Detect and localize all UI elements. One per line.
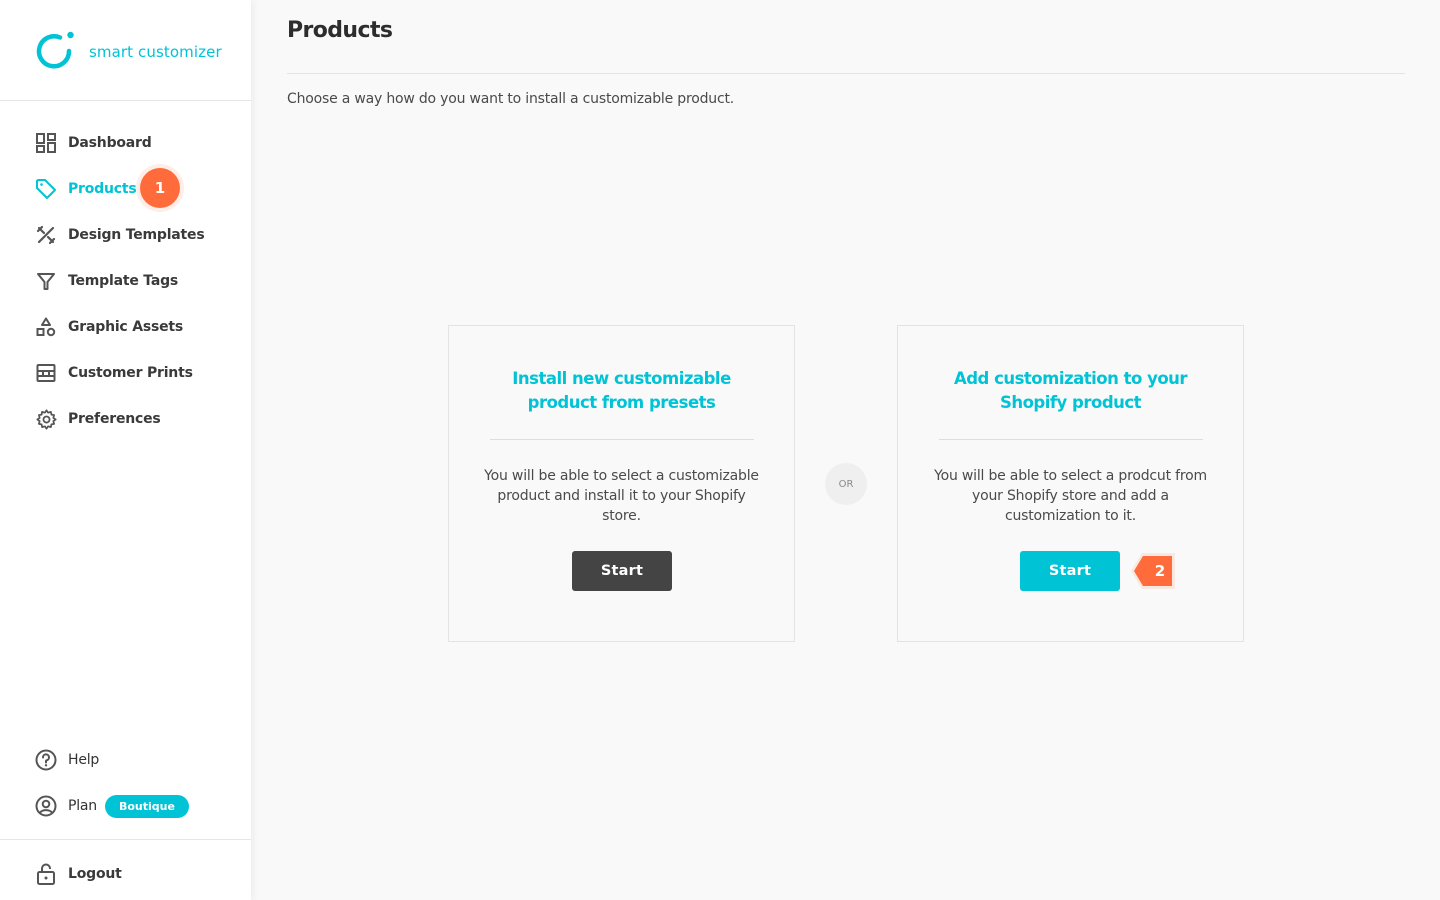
gear-icon — [35, 408, 57, 430]
sidebar-item-label: Design Templates — [68, 227, 205, 243]
sidebar-item-label: Customer Prints — [68, 365, 193, 381]
plan-badge[interactable]: Boutique — [104, 794, 189, 818]
help-circle-icon — [35, 749, 57, 771]
app-logo[interactable]: smart customizer — [36, 30, 222, 72]
sidebar-divider — [0, 839, 251, 840]
sidebar-item-label: Template Tags — [68, 273, 179, 289]
card-title: Add customization to your Shopify produc… — [953, 369, 1188, 412]
sidebar-item-preferences[interactable]: Preferences — [0, 396, 251, 442]
design-tools-icon — [35, 224, 57, 246]
card-divider — [490, 439, 754, 440]
step-badge: 1 — [140, 168, 180, 208]
sidebar-bottom-nav: Help Plan Boutique — [0, 737, 251, 829]
sidebar-item-label: Graphic Assets — [68, 319, 184, 335]
sidebar-logout: Logout — [0, 851, 251, 897]
sidebar-item-customer-prints[interactable]: Customer Prints — [0, 350, 251, 396]
card-divider — [939, 439, 1203, 440]
title-divider — [287, 73, 1405, 74]
app-name: smart customizer — [89, 43, 222, 61]
sidebar-item-template-tags[interactable]: Template Tags — [0, 258, 251, 304]
sidebar-item-plan[interactable]: Plan Boutique — [0, 783, 251, 829]
sidebar-divider — [0, 100, 251, 101]
start-presets-button[interactable]: Start — [572, 551, 672, 591]
card-title: Install new customizable product from pr… — [512, 369, 731, 412]
sidebar-item-design-templates[interactable]: Design Templates — [0, 212, 251, 258]
sidebar-item-help[interactable]: Help — [0, 737, 251, 783]
or-separator: OR — [825, 463, 867, 505]
dashboard-icon — [35, 132, 57, 154]
card-description: You will be able to select a prodcut fro… — [934, 468, 1207, 524]
start-shopify-button[interactable]: Start — [1020, 551, 1120, 591]
logo-icon — [36, 31, 74, 69]
sidebar-item-label: Logout — [68, 866, 122, 882]
sidebar-item-label: Dashboard — [68, 135, 152, 151]
main-content: Products Choose a way how do you want to… — [251, 0, 1440, 900]
step-badge: 2 — [1131, 553, 1175, 589]
add-customization-card: Add customization to your Shopify produc… — [897, 325, 1244, 642]
sidebar-item-label: Preferences — [68, 411, 161, 427]
sidebar: smart customizer Dashboard Products Desi… — [0, 0, 251, 900]
filter-icon — [35, 270, 57, 292]
install-from-presets-card: Install new customizable product from pr… — [448, 325, 795, 642]
tag-icon — [35, 178, 57, 200]
lock-icon — [35, 863, 57, 885]
sidebar-item-products[interactable]: Products — [0, 166, 251, 212]
sidebar-item-dashboard[interactable]: Dashboard — [0, 120, 251, 166]
page-title: Products — [287, 18, 393, 43]
sidebar-item-label: Products — [68, 181, 137, 197]
user-circle-icon — [35, 795, 57, 817]
sidebar-item-label: Help — [68, 752, 100, 768]
sidebar-item-graphic-assets[interactable]: Graphic Assets — [0, 304, 251, 350]
sidebar-nav: Dashboard Products Design Templates Temp… — [0, 120, 251, 442]
prints-icon — [35, 362, 57, 384]
logout-button[interactable]: Logout — [0, 851, 251, 897]
shapes-icon — [35, 316, 57, 338]
page-subtitle: Choose a way how do you want to install … — [287, 91, 734, 107]
sidebar-item-label: Plan — [68, 798, 97, 814]
card-description: You will be able to select a customizabl… — [484, 468, 759, 524]
step-badge-number: 2 — [1154, 562, 1166, 580]
